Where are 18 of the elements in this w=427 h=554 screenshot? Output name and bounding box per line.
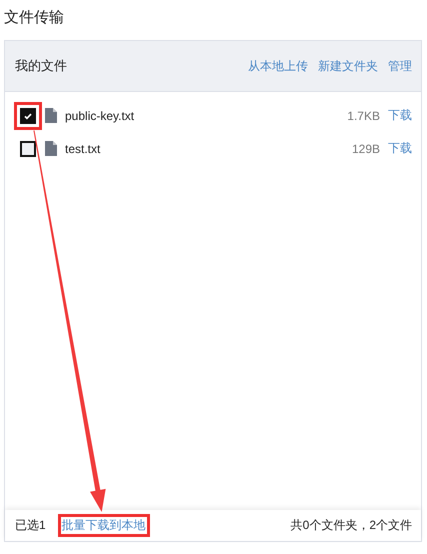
file-size: 129B bbox=[352, 142, 380, 156]
download-link[interactable]: 下载 bbox=[388, 107, 412, 124]
file-name: public-key.txt bbox=[65, 108, 136, 122]
action-link[interactable]: 新建文件夹 bbox=[318, 58, 378, 74]
checkbox[interactable] bbox=[20, 140, 36, 156]
panel-title: 我的文件 bbox=[15, 57, 68, 75]
file-icon bbox=[45, 141, 57, 156]
checkbox[interactable] bbox=[20, 108, 36, 124]
action-link[interactable]: 从本地上传 bbox=[248, 58, 308, 74]
file-size: 1.7KB bbox=[347, 108, 380, 122]
file-icon bbox=[45, 108, 57, 123]
page-title: 文件传输 bbox=[3, 8, 65, 28]
batch-download-link[interactable]: 批量下载到本地 bbox=[62, 517, 146, 534]
action-link[interactable]: 管理 bbox=[388, 58, 412, 74]
file-summary: 共0个文件夹，2个文件 bbox=[290, 517, 412, 534]
selected-count: 已选1 bbox=[15, 517, 46, 534]
file-name: test.txt bbox=[65, 142, 102, 156]
download-link[interactable]: 下载 bbox=[388, 140, 412, 157]
